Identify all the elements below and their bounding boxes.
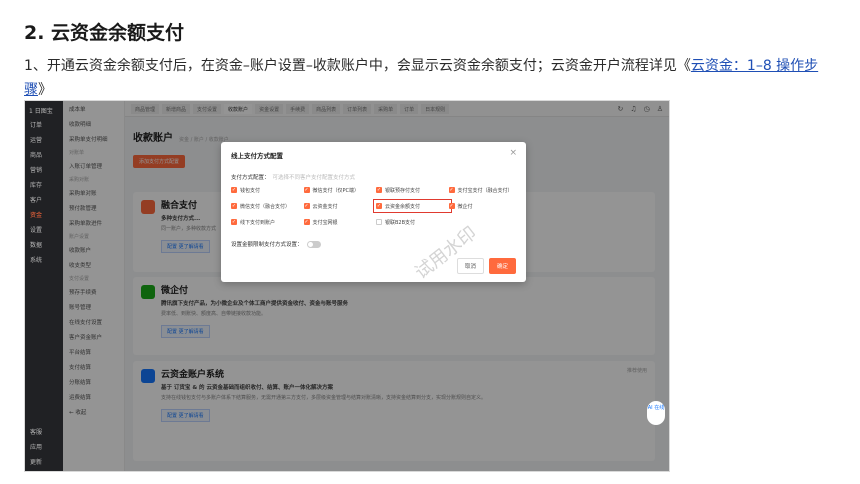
payment-config-modal: 线上支付方式配置 × 支付方式配置： 可选择不同客户支付配置支付方式 ✓ 钱包支付 ✓…	[221, 142, 526, 282]
payment-option[interactable]: ✓ 微信支付（融合支付）	[231, 202, 304, 210]
payment-option-label: 支付宝支付（融合支付）	[457, 187, 513, 194]
amount-limit-row: 设置金额限制支付方式设置：	[231, 240, 321, 248]
checkbox[interactable]: ✓	[448, 187, 455, 193]
payment-option-label: 云资金支付	[312, 203, 338, 210]
modal-actions: 取消 确定	[456, 258, 516, 274]
sidebar-list: 订单 运营 商品 营销 库存 客户 资金 设置 数据 系统	[25, 117, 63, 267]
ai-help-button[interactable]: AI 在线	[647, 401, 665, 425]
payment-option[interactable]: 银联B2B支付	[376, 218, 449, 226]
amount-limit-switch[interactable]	[306, 240, 321, 248]
payment-option[interactable]: ✓ 银联预存付支付	[376, 186, 449, 194]
payment-option[interactable]: ✓ 微企付	[448, 202, 522, 210]
sidebar-footer-item[interactable]: 客服	[25, 424, 63, 439]
checkbox[interactable]: ✓	[231, 203, 237, 209]
sidebar-item[interactable]: 订单	[25, 117, 63, 132]
sidebar-item[interactable]: 设置	[25, 222, 63, 237]
payment-option-label: 微企付	[457, 203, 473, 210]
sidebar-item[interactable]: 数据	[25, 237, 63, 252]
checkbox[interactable]: ✓	[376, 203, 382, 209]
doc-paragraph: 1、开通云资金余额支付后，在资金–账户设置–收款账户中，会显示云资金余额支付；云…	[24, 54, 824, 102]
confirm-button[interactable]: 确定	[488, 258, 516, 274]
checkbox[interactable]: ✓	[231, 187, 237, 193]
sidebar-footer: 客服 应用 更新	[25, 424, 63, 469]
sidebar-item[interactable]: 客户	[25, 192, 63, 207]
payment-option-label: 微信支付（仅PC端）	[312, 187, 360, 194]
checkbox[interactable]: ✓	[448, 203, 455, 209]
checkbox[interactable]: ✓	[303, 219, 310, 225]
checkbox[interactable]: ✓	[231, 219, 237, 225]
checkbox[interactable]: ✓	[303, 187, 310, 193]
sidebar-footer-item[interactable]: 应用	[25, 439, 63, 454]
doc-title: 2. 云资金余额支付	[24, 22, 185, 44]
payment-option[interactable]: ✓ 支付宝网银	[303, 218, 377, 226]
sidebar-item[interactable]: 系统	[25, 252, 63, 267]
modal-label: 支付方式配置： 可选择不同客户支付配置支付方式	[231, 173, 355, 181]
embedded-screenshot: 1 日图宝 订单 运营 商品 营销 库存 客户 资金 设置 数据 系统 客服 应用 更新 成本单 收款明…	[24, 100, 670, 472]
sidebar-footer-item[interactable]: 更新	[25, 454, 63, 469]
app-sidebar: 1 日图宝 订单 运营 商品 营销 库存 客户 资金 设置 数据 系统 客服 应用 更新	[25, 101, 63, 471]
sidebar-item[interactable]: 商品	[25, 147, 63, 162]
app-logo: 1 日图宝	[29, 108, 53, 115]
payment-option-label: 银联B2B支付	[385, 219, 416, 226]
sidebar-item[interactable]: 运营	[25, 132, 63, 147]
payment-option[interactable]: ✓ 支付宝支付（融合支付）	[448, 186, 522, 194]
doc-paragraph-tail: 》	[38, 82, 52, 98]
sidebar-item[interactable]: 营销	[25, 162, 63, 177]
payment-option[interactable]: ✓ 云资金支付	[303, 202, 377, 210]
close-icon[interactable]: ×	[509, 148, 517, 158]
payment-option-label: 微信支付（融合支付）	[240, 203, 291, 210]
modal-label-text: 支付方式配置：	[231, 175, 270, 181]
payment-option-label: 钱包支付	[240, 187, 261, 194]
checkbox[interactable]: ✓	[303, 203, 310, 209]
sidebar-item[interactable]: 库存	[25, 177, 63, 192]
payment-option-label: 线下支付到账户	[240, 219, 276, 226]
payment-option-label: 云资金余额支付	[385, 203, 421, 210]
payment-option[interactable]: ✓ 云资金余额支付	[373, 199, 452, 213]
payment-option-label: 银联预存付支付	[385, 187, 421, 194]
cancel-button[interactable]: 取消	[456, 258, 484, 274]
payment-option[interactable]: ✓ 钱包支付	[231, 186, 304, 194]
checkbox[interactable]	[376, 219, 382, 225]
sidebar-item[interactable]: 资金	[25, 207, 63, 222]
payment-option-label: 支付宝网银	[312, 219, 338, 226]
modal-hint: 可选择不同客户支付配置支付方式	[272, 175, 356, 181]
amount-limit-label: 设置金额限制支付方式设置：	[231, 242, 303, 248]
payment-options: ✓ 钱包支付 ✓ 微信支付（仅PC端） ✓ 银联预存付支付 ✓ 支付宝支付（融合支付） ✓ 微信支…	[231, 186, 521, 226]
payment-option[interactable]: ✓ 微信支付（仅PC端）	[303, 186, 377, 194]
doc-paragraph-text: 1、开通云资金余额支付后，在资金–账户设置–收款账户中，会显示云资金余额支付；云…	[24, 58, 691, 74]
checkbox[interactable]: ✓	[376, 187, 382, 193]
payment-option[interactable]: ✓ 线下支付到账户	[231, 218, 304, 226]
modal-title: 线上支付方式配置	[231, 152, 283, 160]
